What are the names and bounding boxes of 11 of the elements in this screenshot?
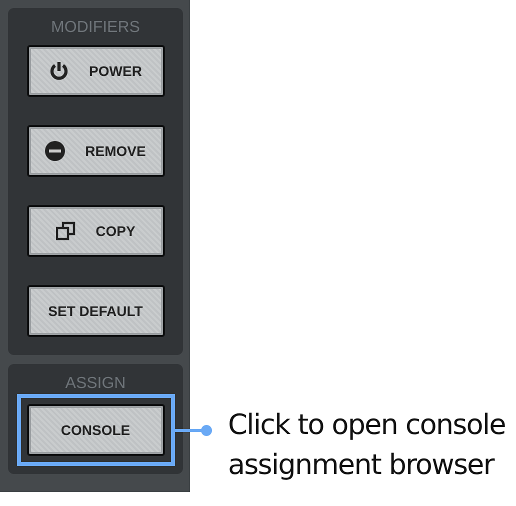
copy-button[interactable]: COPY: [26, 205, 164, 257]
callout-text: Click to open console assignment browser: [228, 407, 506, 483]
remove-button[interactable]: REMOVE: [26, 125, 164, 177]
text-button[interactable]: SET DEFAULT: [26, 285, 164, 337]
power-icon: [49, 61, 70, 81]
section-title: MODIFIERS: [51, 18, 140, 38]
copy-icon: [56, 221, 76, 241]
power-button[interactable]: POWER: [26, 45, 164, 97]
text-button[interactable]: CONSOLE: [26, 404, 164, 456]
section-title: ASSIGN: [65, 374, 126, 394]
remove-icon: [45, 141, 66, 161]
